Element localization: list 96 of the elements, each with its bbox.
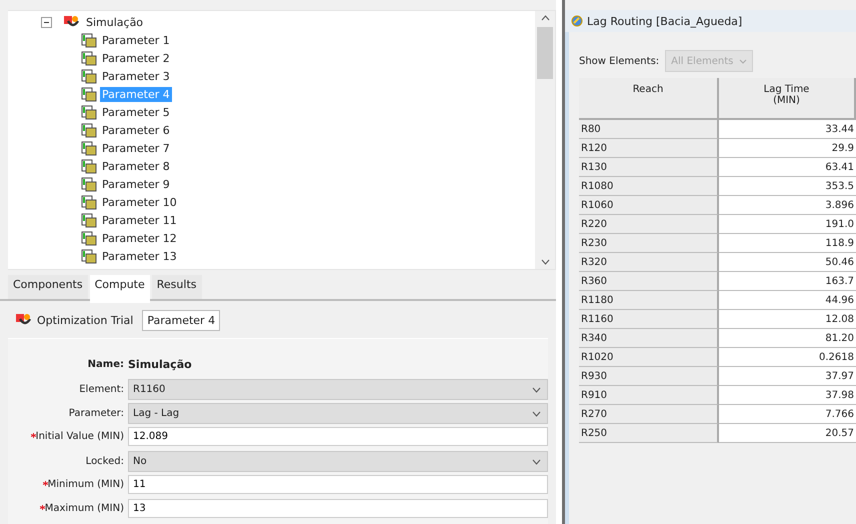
field-label: Maximum (MIN) — [8, 503, 124, 514]
input-field[interactable]: 13 — [128, 499, 548, 518]
parameter-icon — [81, 158, 97, 174]
tree-item[interactable]: Parameter 9 — [100, 176, 172, 192]
table-cell: R1080 — [579, 177, 719, 196]
parameter-icon — [81, 68, 97, 84]
tree-item[interactable]: Parameter 11 — [100, 212, 179, 228]
scroll-up-icon[interactable] — [540, 15, 550, 21]
table-cell: R120 — [579, 139, 719, 158]
table-cell: 12.08 — [719, 310, 856, 329]
table-cell: 20.57 — [719, 424, 856, 443]
tree-item[interactable]: Parameter 7 — [100, 140, 172, 156]
table-cell: 33.44 — [719, 120, 856, 139]
tree-item[interactable]: Parameter 13 — [100, 248, 179, 264]
field-label: Name: — [86, 359, 124, 370]
chevron-down-icon — [532, 458, 541, 464]
table-cell: R1160 — [579, 310, 719, 329]
tree-item[interactable]: Parameter 1 — [100, 32, 172, 48]
tree-item[interactable]: Parameter 3 — [100, 68, 172, 84]
dropdown[interactable]: No — [128, 451, 548, 472]
table-cell: 0.2618 — [719, 348, 856, 367]
field-label: Element: — [78, 384, 124, 395]
table-cell: R250 — [579, 424, 719, 443]
table-cell: R930 — [579, 367, 719, 386]
parameter-icon — [81, 32, 97, 48]
table-cell: 163.7 — [719, 272, 856, 291]
tab[interactable]: Components — [8, 275, 88, 299]
tree-item[interactable]: Parameter 2 — [100, 50, 172, 66]
table-cell: 37.97 — [719, 367, 856, 386]
required-icon — [42, 481, 48, 486]
tree-item[interactable]: Parameter 12 — [100, 230, 179, 246]
collapse-toggle[interactable] — [41, 16, 52, 28]
name-value: Simulação — [128, 358, 193, 371]
required-icon — [30, 433, 36, 438]
table-cell: R130 — [579, 158, 719, 177]
dropdown[interactable]: R1160 — [128, 379, 548, 400]
table-cell: 29.9 — [719, 139, 856, 158]
required-icon — [40, 505, 45, 510]
scroll-down-icon[interactable] — [540, 259, 550, 265]
table-cell: R230 — [579, 234, 719, 253]
tree-item[interactable]: Parameter 5 — [100, 104, 172, 120]
parameter-icon — [81, 194, 97, 210]
table-cell: R1060 — [579, 196, 719, 215]
tab[interactable]: Compute — [90, 275, 150, 303]
parameter-icon — [81, 122, 97, 138]
field-label: Initial Value (MIN) — [8, 431, 124, 442]
editor-tab[interactable]: Optimization Trial — [10, 308, 138, 332]
table-cell: R1020 — [579, 348, 719, 367]
window-icon — [571, 15, 583, 27]
input-field[interactable]: 11 — [128, 475, 548, 494]
table-cell: R270 — [579, 405, 719, 424]
scrollbar-thumb[interactable] — [537, 27, 553, 79]
table-cell: 63.41 — [719, 158, 856, 177]
tree-item[interactable]: Parameter 10 — [100, 194, 179, 210]
field-label: Minimum (MIN) — [8, 479, 124, 490]
chevron-down-icon — [532, 386, 541, 392]
parameter-icon — [81, 212, 97, 228]
table-cell: 44.96 — [719, 291, 856, 310]
editor-tab[interactable]: Parameter 4 — [142, 310, 220, 330]
parameter-icon — [81, 50, 97, 66]
table-cell: R220 — [579, 215, 719, 234]
table-cell: 118.9 — [719, 234, 856, 253]
parameter-icon — [81, 176, 97, 192]
tree-item[interactable]: Parameter 8 — [100, 158, 172, 174]
table-cell: 50.46 — [719, 253, 856, 272]
tab[interactable]: Results — [152, 275, 202, 299]
chevron-down-icon — [532, 410, 541, 416]
scrollbar[interactable] — [535, 11, 555, 269]
window-title: Lag Routing [Bacia_Agueda] — [587, 14, 742, 28]
table-cell: 191.0 — [719, 215, 856, 234]
column-header: Reach — [579, 78, 719, 120]
parameter-icon — [81, 140, 97, 156]
field-label: Locked: — [84, 456, 124, 467]
dropdown[interactable]: Lag - Lag — [128, 403, 548, 424]
table-cell: 3.896 — [719, 196, 856, 215]
table-cell: R80 — [579, 120, 719, 139]
parameter-icon — [81, 104, 97, 120]
parameter-icon — [81, 230, 97, 246]
parameter-icon — [81, 248, 97, 264]
table-cell: R320 — [579, 253, 719, 272]
table-cell: R1180 — [579, 291, 719, 310]
chevron-down-icon — [739, 58, 748, 64]
tree-item[interactable]: Parameter 6 — [100, 122, 172, 138]
table-cell: 81.20 — [719, 329, 856, 348]
parameter-icon — [81, 86, 97, 102]
table-cell: 7.766 — [719, 405, 856, 424]
table-cell: R360 — [579, 272, 719, 291]
table-cell: 37.98 — [719, 386, 856, 405]
table-cell: R340 — [579, 329, 719, 348]
table-cell: 353.5 — [719, 177, 856, 196]
field-label: Parameter: — [68, 408, 124, 419]
input-field[interactable]: 12.089 — [128, 427, 548, 446]
table-cell: R910 — [579, 386, 719, 405]
filter-label: Show Elements: — [579, 56, 660, 66]
column-header: Lag Time (MIN) — [719, 78, 856, 120]
tree-item[interactable]: Simulação — [84, 14, 146, 30]
